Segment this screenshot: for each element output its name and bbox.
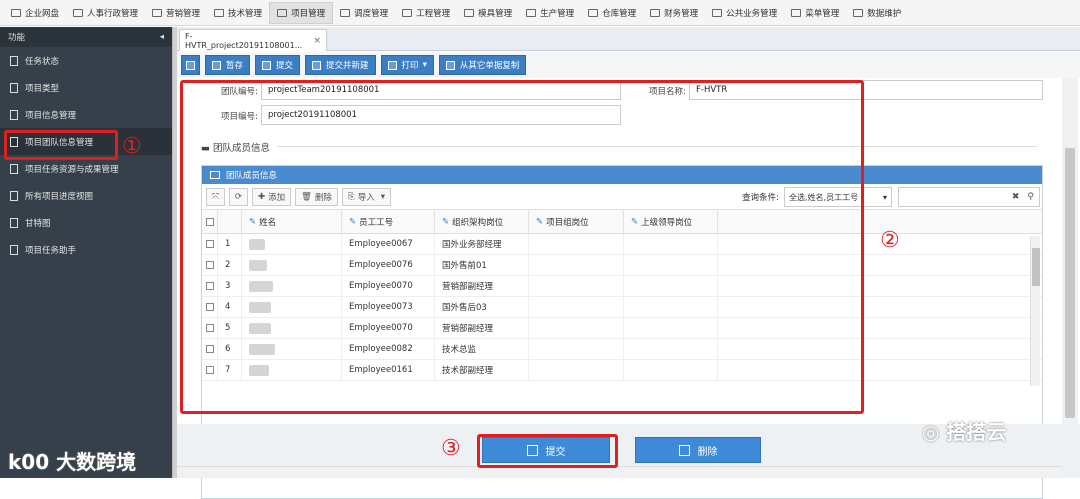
nav-item-menu[interactable]: 菜单管理 xyxy=(784,2,846,24)
nav-item-production[interactable]: 生产管理 xyxy=(519,2,581,24)
folder-icon xyxy=(588,8,599,17)
image-icon xyxy=(10,190,18,201)
sidebar-item-task-status[interactable]: 任务状态 xyxy=(0,47,172,74)
page-scrollbar[interactable] xyxy=(1062,78,1078,468)
folder-icon xyxy=(277,8,288,17)
nav-item-dispatch[interactable]: 调度管理 xyxy=(333,2,395,24)
tab-bar: F-HVTR_project20191108001... × xyxy=(177,27,1080,51)
search-input[interactable]: ✖ ⚲ xyxy=(898,187,1040,207)
sidebar-item-progress-view[interactable]: 所有项目进度视图 xyxy=(0,182,172,209)
info-icon xyxy=(10,244,18,255)
folder-icon xyxy=(526,8,537,17)
close-icon[interactable]: × xyxy=(313,36,321,46)
save-icon xyxy=(212,60,221,70)
sidebar-item-task-assistant[interactable]: 项目任务助手 xyxy=(0,236,172,263)
folder-icon xyxy=(340,8,351,17)
wechat-icon: ◎ xyxy=(922,420,940,444)
grid-scrollbar[interactable] xyxy=(1030,236,1040,386)
sidebar-header: 功能 ◂ xyxy=(0,27,172,47)
highlight-box-1 xyxy=(4,130,118,160)
sidebar: 功能 ◂ 任务状态 项目类型 项目信息管理 项目团队信息管理 项目任务资源与成果… xyxy=(0,27,172,478)
nav-item-warehouse[interactable]: 仓库管理 xyxy=(581,2,643,24)
scrollbar-thumb[interactable] xyxy=(1032,248,1040,286)
folder-icon xyxy=(464,8,475,17)
watermark-text: 大数跨境 xyxy=(56,450,137,474)
save-draft-button[interactable]: 暂存 xyxy=(205,55,251,75)
nav-item-data[interactable]: 数据维护 xyxy=(846,2,908,24)
submit-new-button[interactable]: 提交并新建 xyxy=(305,55,376,75)
building-icon xyxy=(73,8,84,17)
search-icon[interactable]: ⚲ xyxy=(1027,192,1034,202)
tab-label: F-HVTR_project20191108001... xyxy=(185,31,303,50)
sidebar-title: 功能 xyxy=(8,33,26,43)
watermark-right: ◎ 搭搭云 xyxy=(922,416,1006,445)
nav-item-project[interactable]: 项目管理 xyxy=(269,1,334,24)
sidebar-item-project-type[interactable]: 项目类型 xyxy=(0,74,172,101)
nav-item-tech[interactable]: 技术管理 xyxy=(207,2,269,24)
list-icon xyxy=(186,60,195,70)
table-icon xyxy=(10,163,18,174)
grid-icon xyxy=(791,8,802,17)
tab-document[interactable]: F-HVTR_project20191108001... × xyxy=(179,29,327,51)
monitor-icon xyxy=(11,8,21,17)
clear-icon[interactable]: ✖ xyxy=(1012,192,1020,202)
document-icon xyxy=(10,82,18,93)
watermark-logo: k00 xyxy=(8,450,50,474)
copy-icon xyxy=(445,60,455,70)
sidebar-item-gantt[interactable]: 甘特图 xyxy=(0,209,172,236)
image-icon xyxy=(10,217,18,228)
folder-icon xyxy=(214,8,225,17)
nav-item-mold[interactable]: 模具管理 xyxy=(457,2,519,24)
nav-item-marketing[interactable]: 营销管理 xyxy=(145,2,207,24)
annotation-number-3: ③ xyxy=(441,436,461,461)
document-toolbar: 暂存 提交 提交并新建 打印 ▾ 从其它单据复制 xyxy=(177,52,1080,78)
tools-icon xyxy=(853,8,864,17)
print-button[interactable]: 打印 ▾ xyxy=(380,55,434,75)
caret-down-icon: ▾ xyxy=(882,192,887,202)
folder-icon xyxy=(650,8,661,17)
document-icon xyxy=(10,55,18,66)
scrollbar-thumb[interactable] xyxy=(1065,148,1075,418)
annotation-number-2: ② xyxy=(880,228,900,253)
collapse-icon[interactable]: ◂ xyxy=(160,32,164,42)
folder-icon xyxy=(712,8,723,17)
document-icon xyxy=(10,109,18,120)
highlight-box-2 xyxy=(180,80,864,414)
nav-item-engineering[interactable]: 工程管理 xyxy=(395,2,457,24)
nav-item-finance[interactable]: 财务管理 xyxy=(643,2,705,24)
checkbox-icon xyxy=(262,60,272,70)
highlight-box-3 xyxy=(477,434,618,468)
annotation-number-1: ① xyxy=(122,134,142,159)
caret-down-icon: ▾ xyxy=(422,60,427,70)
top-navigation: 企业网盘 人事行政管理 营销管理 技术管理 项目管理 调度管理 工程管理 模具管… xyxy=(0,0,1080,26)
watermark-text: 搭搭云 xyxy=(946,420,1007,444)
nav-item-enterprise-disk[interactable]: 企业网盘 xyxy=(4,2,66,24)
trash-icon xyxy=(678,444,690,456)
watermark-left: k00 大数跨境 xyxy=(8,446,136,475)
bottom-delete-button[interactable]: 删除 xyxy=(635,437,761,463)
folder-icon xyxy=(402,8,413,17)
submit-button[interactable]: 提交 xyxy=(255,55,301,75)
sidebar-item-project-info[interactable]: 项目信息管理 xyxy=(0,101,172,128)
list-toggle-button[interactable] xyxy=(181,55,200,75)
checkbox-icon xyxy=(312,60,322,70)
folder-icon xyxy=(152,8,163,17)
nav-item-public[interactable]: 公共业务管理 xyxy=(705,2,784,24)
printer-icon xyxy=(387,60,397,70)
copy-from-other-button[interactable]: 从其它单据复制 xyxy=(438,55,527,75)
nav-item-hr-admin[interactable]: 人事行政管理 xyxy=(66,2,145,24)
horizontal-scrollbar[interactable] xyxy=(177,466,1062,476)
